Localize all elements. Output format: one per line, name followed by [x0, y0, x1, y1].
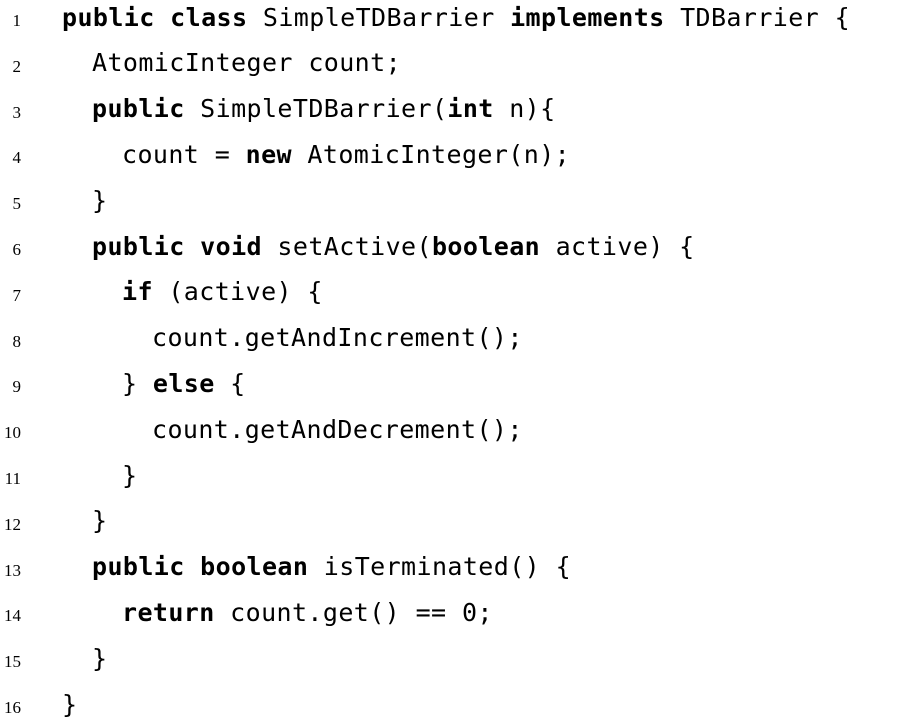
code-line: 14 return count.get() == 0; [0, 589, 913, 635]
code-token: (active) { [152, 277, 323, 307]
line-number: 8 [12, 331, 22, 351]
code-token: count = [122, 139, 246, 169]
keyword-token: return [122, 597, 215, 627]
code-token: SimpleTDBarrier( [184, 94, 448, 124]
code-text: return count.get() == 0; [122, 598, 493, 627]
keyword-token: implements [510, 2, 665, 32]
keyword-token: boolean [431, 231, 541, 261]
code-line: 8 count.getAndIncrement(); [0, 315, 913, 361]
line-number: 10 [4, 423, 21, 443]
code-text: if (active) { [122, 277, 323, 306]
keyword-token: boolean [200, 552, 309, 582]
line-number: 15 [4, 652, 21, 672]
line-number: 4 [12, 148, 22, 168]
code-line: 1 public class SimpleTDBarrier implements… [0, 0, 913, 40]
code-token: } [122, 368, 153, 398]
code-token: n){ [493, 94, 556, 124]
code-text: } [92, 644, 107, 673]
code-line: 15} [0, 635, 913, 681]
code-token: } [92, 643, 108, 673]
line-number: 3 [12, 102, 22, 122]
keyword-token: public [92, 94, 185, 124]
code-token: AtomicInteger(n); [291, 139, 571, 169]
code-token: SimpleTDBarrier [247, 2, 511, 32]
code-line: 3 public SimpleTDBarrier(int n){ [0, 86, 913, 132]
code-token: setActive( [261, 231, 432, 261]
code-token: } [92, 506, 108, 536]
code-line: 16} [0, 681, 913, 727]
keyword-token: class [170, 2, 248, 32]
code-text: } [122, 461, 137, 490]
code-text: } [92, 506, 107, 535]
line-number: 7 [12, 285, 22, 305]
code-text: } [62, 690, 77, 719]
keyword-token: public [92, 552, 185, 582]
code-token: count.getAndDecrement(); [152, 414, 523, 444]
code-token: } [62, 689, 78, 719]
code-line: 7 if (active) { [0, 269, 913, 315]
code-text: } else { [122, 369, 246, 398]
keyword-token: public [92, 231, 185, 261]
line-number: 13 [4, 560, 21, 580]
code-text: } [92, 186, 107, 215]
code-text: public void setActive(boolean active) { [92, 232, 695, 261]
keyword-token: void [200, 231, 262, 261]
line-number: 5 [12, 194, 22, 214]
line-number: 6 [12, 240, 22, 259]
code-token: AtomicInteger count; [92, 48, 402, 78]
line-number: 11 [4, 469, 21, 488]
code-text: public boolean isTerminated() { [92, 552, 571, 581]
code-line: 6 public void setActive(boolean active) { [0, 223, 913, 269]
line-number: 14 [4, 606, 21, 626]
line-number: 12 [4, 514, 21, 534]
code-token: active) { [540, 231, 695, 261]
code-token: { [214, 368, 246, 398]
code-text: public SimpleTDBarrier(int n){ [92, 94, 556, 123]
code-text: AtomicInteger count; [92, 48, 401, 77]
code-token: TDBarrier { [664, 2, 851, 32]
code-token: isTerminated() { [308, 552, 572, 582]
keyword-token: int [447, 94, 494, 124]
line-number: 2 [12, 56, 22, 76]
code-text: public class SimpleTDBarrier implements … [62, 3, 850, 32]
code-token: } [92, 185, 108, 215]
keyword-token: public [62, 2, 155, 32]
code-text: count.getAndIncrement(); [152, 323, 523, 352]
code-line: 9} else { [0, 360, 913, 406]
code-line: 11} [0, 452, 913, 498]
line-number: 9 [12, 377, 22, 397]
code-line: 10 count.getAndDecrement(); [0, 406, 913, 452]
code-token: count.getAndIncrement(); [152, 323, 523, 353]
line-number: 16 [4, 698, 21, 717]
code-listing: 1 public class SimpleTDBarrier implements… [0, 0, 913, 719]
code-token: } [122, 460, 138, 490]
code-line: 2 AtomicInteger count; [0, 40, 913, 86]
code-token: count.get() == 0; [214, 597, 493, 627]
keyword-token: new [245, 139, 292, 169]
line-number: 1 [12, 11, 22, 30]
code-line: 12} [0, 498, 913, 544]
code-line: 4 count = new AtomicInteger(n); [0, 131, 913, 177]
keyword-token: else [152, 368, 215, 398]
code-line: 5} [0, 177, 913, 223]
keyword-token: if [122, 277, 153, 307]
code-text: count = new AtomicInteger(n); [122, 140, 570, 169]
code-line: 13 public boolean isTerminated() { [0, 544, 913, 590]
code-text: count.getAndDecrement(); [152, 415, 523, 444]
